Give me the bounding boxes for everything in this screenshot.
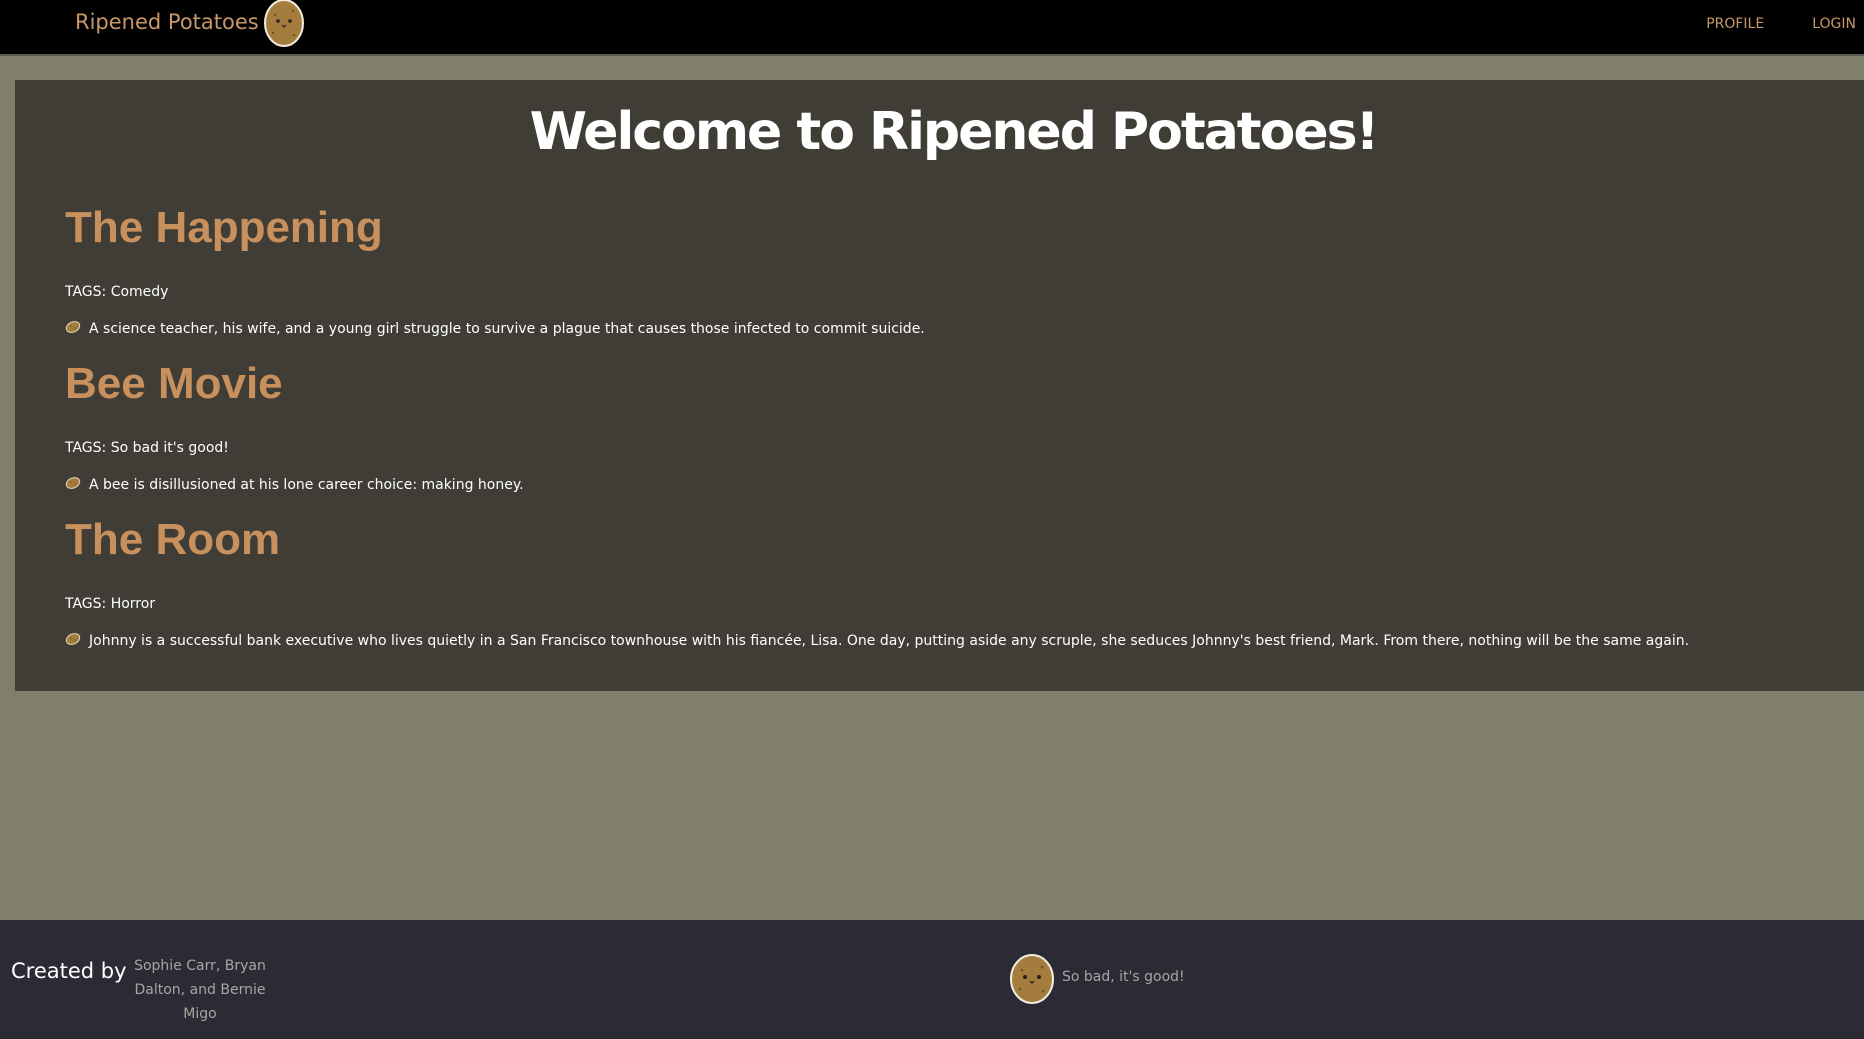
nav-login-link[interactable]: LOGIN [1812,16,1856,32]
potato-logo-icon [1009,953,1055,1010]
footer-tagline: So bad, it's good! [1062,969,1185,985]
authors-line: Sophie Carr, Bryan [134,958,266,974]
movie-title[interactable]: The Happening [65,206,383,250]
potato-bullet-icon [65,320,81,338]
created-by-label: Created by [11,959,127,983]
potato-logo-icon [263,0,305,52]
movie-title[interactable]: The Room [65,518,280,562]
authors-credit: Sophie Carr, Bryan Dalton, and Bernie Mi… [118,954,282,1026]
movie-card: The Happening TAGS: Comedy A science tea… [65,206,925,338]
brand-link[interactable]: Ripened Potatoes [75,0,305,54]
brand-name: Ripened Potatoes [75,9,259,34]
movie-description-text: Johnny is a successful bank executive wh… [89,633,1690,649]
movie-card: Bee Movie TAGS: So bad it's good! A bee … [65,362,524,494]
potato-bullet-icon [65,476,81,494]
main-content-panel: Welcome to Ripened Potatoes! The Happeni… [15,80,1864,691]
potato-bullet-icon [65,632,81,650]
authors-line: Dalton, and Bernie Migo [134,982,266,1022]
movie-description-text: A bee is disillusioned at his lone caree… [89,477,524,493]
navbar: Ripened Potatoes PROFILE LOGIN [0,0,1864,56]
page-title: Welcome to Ripened Potatoes! [529,102,1380,162]
movie-description-text: A science teacher, his wife, and a young… [89,321,925,337]
nav-links: PROFILE LOGIN [1682,0,1864,48]
movie-card: The Room TAGS: Horror Johnny is a succes… [65,518,1689,650]
footer: Created by Sophie Carr, Bryan Dalton, an… [0,920,1864,1039]
movie-description: A bee is disillusioned at his lone caree… [65,476,524,494]
movie-tags: TAGS: So bad it's good! [65,440,229,456]
movie-description: A science teacher, his wife, and a young… [65,320,925,338]
movie-tags: TAGS: Comedy [65,284,169,300]
movie-description: Johnny is a successful bank executive wh… [65,632,1689,650]
movie-title[interactable]: Bee Movie [65,362,283,406]
nav-profile-link[interactable]: PROFILE [1706,16,1764,32]
movie-tags: TAGS: Horror [65,596,156,612]
